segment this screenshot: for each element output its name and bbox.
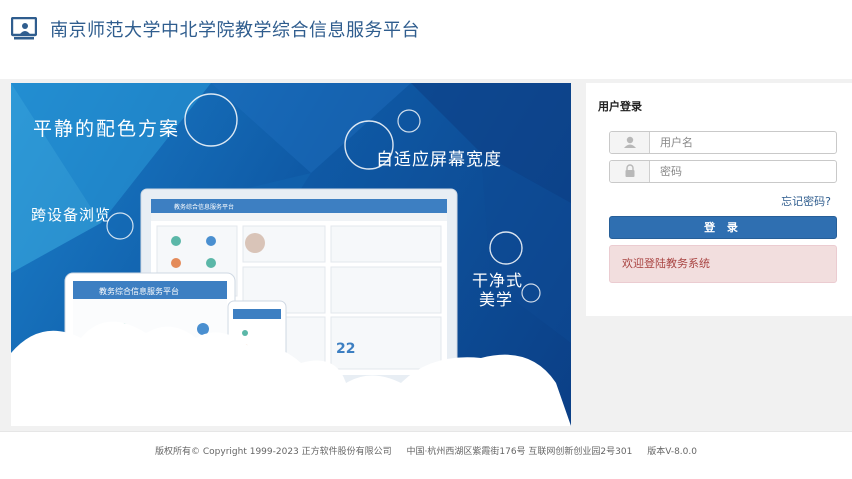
- username-field: [609, 131, 837, 154]
- site-title: 南京师范大学中北学院教学综合信息服务平台: [50, 20, 420, 41]
- forgot-password-link[interactable]: 忘记密码?: [781, 193, 831, 209]
- footer-version: 版本V-8.0.0: [647, 447, 697, 457]
- login-button[interactable]: 登 录: [609, 216, 837, 239]
- user-icon: [610, 132, 650, 153]
- login-title: 用户登录: [598, 100, 642, 113]
- platform-logo-icon: [11, 17, 37, 40]
- username-input[interactable]: [651, 132, 836, 153]
- promo-banner: 平静的配色方案 自适应屏幕宽度 跨设备浏览 干净式 美学 教务综合信息服务平台 …: [11, 83, 571, 426]
- password-field: [609, 160, 837, 183]
- banner-tagline-color-scheme: 平静的配色方案: [33, 118, 181, 140]
- welcome-message: 欢迎登陆教务系统: [609, 245, 837, 283]
- banner-calendar-day: 22: [336, 341, 356, 357]
- footer-text: 版权所有© Copyright 1999-2023 正方软件股份有限公司 中国·…: [0, 444, 852, 457]
- banner-tagline-cross-device: 跨设备浏览: [31, 206, 112, 224]
- banner-screen-title: 教务综合信息服务平台: [174, 204, 235, 211]
- footer: 版权所有© Copyright 1999-2023 正方软件股份有限公司 中国·…: [0, 431, 852, 479]
- banner-tablet-title: 教务综合信息服务平台: [99, 287, 179, 296]
- password-input[interactable]: [651, 161, 836, 182]
- banner-tagline-adaptive: 自适应屏幕宽度: [376, 150, 502, 170]
- lock-icon: [610, 161, 650, 182]
- banner-tagline-aesthetic: 美学: [479, 290, 514, 309]
- header: 南京师范大学中北学院教学综合信息服务平台: [0, 0, 852, 79]
- footer-address: 中国·杭州西湖区紫霞街176号 互联网创新创业园2号301: [406, 447, 633, 457]
- login-panel: 用户登录 忘记密码? 登 录 欢迎登陆教务系统: [586, 83, 852, 316]
- footer-copyright: 版权所有© Copyright 1999-2023 正方软件股份有限公司: [155, 447, 392, 457]
